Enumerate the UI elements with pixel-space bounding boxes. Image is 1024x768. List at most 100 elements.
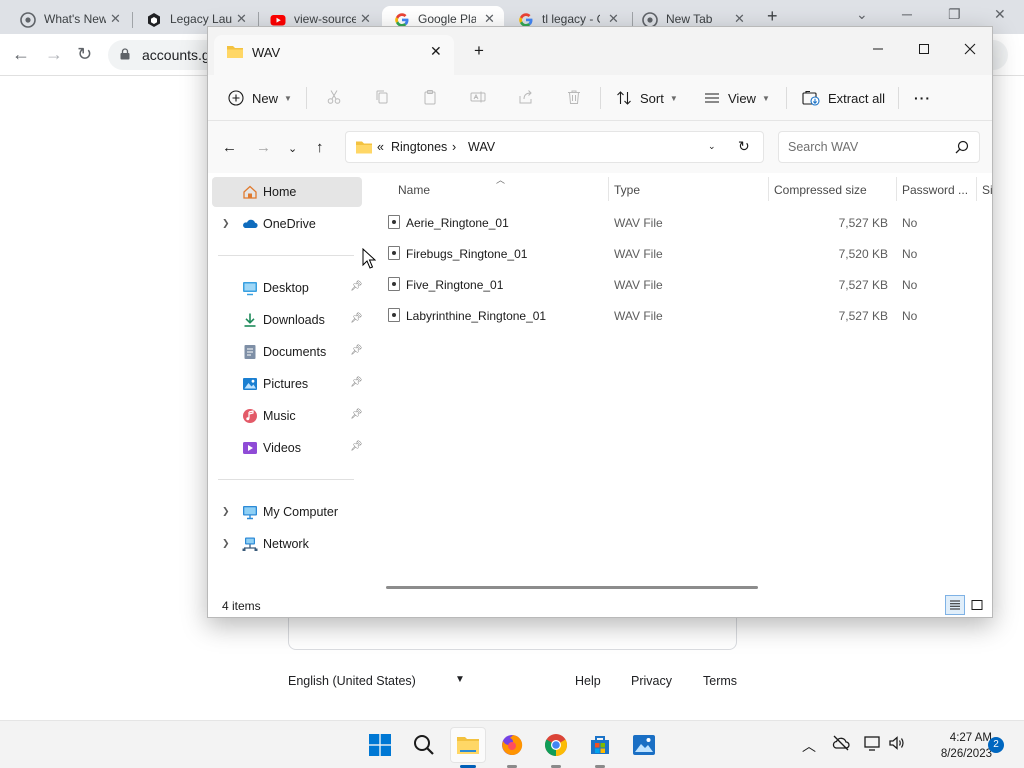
chevron-right-icon[interactable]: ❯ xyxy=(222,218,230,229)
restore-icon[interactable]: ❐ xyxy=(948,6,961,23)
firefox-taskbar-button[interactable] xyxy=(494,727,530,768)
scrollbar-thumb[interactable] xyxy=(386,586,758,589)
sidebar-item-documents[interactable]: Documents 📌︎ xyxy=(212,337,363,367)
breadcrumb-overflow[interactable]: « xyxy=(377,140,384,154)
back-icon[interactable]: ← xyxy=(12,44,30,65)
copy-button[interactable] xyxy=(370,85,394,109)
reload-icon[interactable]: ↻ xyxy=(77,44,92,65)
photos-taskbar-button[interactable] xyxy=(626,727,662,763)
help-link[interactable]: Help xyxy=(575,674,601,688)
forward-icon[interactable]: → xyxy=(45,44,63,65)
pin-icon[interactable]: 📌︎ xyxy=(350,409,363,420)
delete-button[interactable] xyxy=(562,85,586,109)
new-button[interactable]: New ▼ xyxy=(228,83,292,113)
pin-icon[interactable]: 📌︎ xyxy=(350,345,363,356)
breadcrumb-ringtones[interactable]: Ringtones xyxy=(391,140,447,154)
chrome-taskbar-button[interactable] xyxy=(538,727,574,768)
column-divider[interactable] xyxy=(768,177,769,201)
rename-button[interactable] xyxy=(466,85,490,109)
pin-icon[interactable]: 📌︎ xyxy=(350,313,363,324)
cloud-off-icon[interactable] xyxy=(832,735,850,751)
view-button[interactable]: View ▼ xyxy=(704,83,770,113)
close-icon[interactable]: ✕ xyxy=(994,6,1006,23)
url-text: accounts.g xyxy=(142,47,210,63)
search-input[interactable]: Search WAV xyxy=(778,131,980,163)
close-button[interactable] xyxy=(948,33,992,65)
chevron-right-icon[interactable]: ❯ xyxy=(222,506,230,517)
details-view-button[interactable] xyxy=(945,595,965,615)
recent-locations-icon[interactable]: ⌄ xyxy=(288,142,297,155)
minimize-button[interactable] xyxy=(856,33,900,65)
explorer-tab[interactable]: WAV ✕ xyxy=(214,35,454,75)
chevron-down-icon[interactable]: ⌄ xyxy=(708,141,716,152)
file-name: Aerie_Ringtone_01 xyxy=(406,216,509,230)
column-divider[interactable] xyxy=(896,177,897,201)
refresh-icon[interactable]: ↻ xyxy=(738,138,750,155)
browser-tab[interactable]: What's New ✕ xyxy=(0,6,130,34)
tiles-view-button[interactable] xyxy=(967,595,987,615)
search-button[interactable] xyxy=(406,727,442,763)
close-icon[interactable]: ✕ xyxy=(734,11,745,27)
close-icon[interactable]: ✕ xyxy=(360,11,371,27)
sidebar-item-my-computer[interactable]: ❯ My Computer xyxy=(212,497,362,527)
sidebar-item-videos[interactable]: Videos 📌︎ xyxy=(212,433,363,463)
cut-button[interactable] xyxy=(322,85,346,109)
sidebar-item-downloads[interactable]: Downloads 📌︎ xyxy=(212,305,363,335)
start-button[interactable] xyxy=(362,727,398,763)
forward-icon[interactable]: → xyxy=(256,139,271,156)
sidebar-item-pictures[interactable]: Pictures 📌︎ xyxy=(212,369,363,399)
close-icon[interactable]: ✕ xyxy=(430,43,442,60)
close-icon[interactable]: ✕ xyxy=(608,11,619,27)
up-icon[interactable]: ↑ xyxy=(316,139,324,156)
column-header-name[interactable]: Name xyxy=(398,183,598,197)
address-bar[interactable]: « Ringtones › WAV ⌄ ↻ xyxy=(345,131,764,163)
privacy-link[interactable]: Privacy xyxy=(631,674,672,688)
terms-link[interactable]: Terms xyxy=(703,674,737,688)
sidebar-item-music[interactable]: Music 📌︎ xyxy=(212,401,363,431)
network-icon[interactable] xyxy=(864,735,882,751)
table-row[interactable]: Five_Ringtone_01 WAV File 7,527 KB No xyxy=(368,269,992,299)
system-clock[interactable]: 4:27 AM 8/26/2023 xyxy=(912,730,992,762)
pin-icon[interactable]: 📌︎ xyxy=(350,441,363,452)
sort-button[interactable]: Sort ▼ xyxy=(616,83,678,113)
table-row[interactable]: Labyrinthine_Ringtone_01 WAV File 7,527 … xyxy=(368,300,992,330)
column-header-size[interactable]: Si xyxy=(982,183,992,197)
file-explorer-taskbar-button[interactable] xyxy=(450,727,486,768)
store-taskbar-button[interactable] xyxy=(582,727,618,768)
share-button[interactable] xyxy=(514,85,538,109)
chevron-up-icon[interactable]: ︿ xyxy=(802,736,816,756)
sidebar-item-onedrive[interactable]: ❯ OneDrive xyxy=(212,209,362,239)
table-row[interactable]: Aerie_Ringtone_01 WAV File 7,527 KB No xyxy=(368,207,992,237)
sidebar-item-home[interactable]: Home xyxy=(212,177,362,207)
pin-icon[interactable]: 📌︎ xyxy=(350,377,363,388)
pin-icon[interactable]: 📌︎ xyxy=(350,281,363,292)
chevron-right-icon[interactable]: ❯ xyxy=(222,538,230,549)
breadcrumb-separator[interactable]: › xyxy=(452,140,456,154)
new-tab-button[interactable]: + xyxy=(474,41,484,61)
column-divider[interactable] xyxy=(608,177,609,201)
extract-all-button[interactable]: Extract all xyxy=(802,83,885,113)
column-divider[interactable] xyxy=(976,177,977,201)
close-icon[interactable]: ✕ xyxy=(484,11,495,27)
volume-icon[interactable] xyxy=(888,735,906,751)
close-icon[interactable]: ✕ xyxy=(110,11,121,27)
breadcrumb-wav[interactable]: WAV xyxy=(468,140,495,154)
sidebar-item-desktop[interactable]: Desktop 📌︎ xyxy=(212,273,363,303)
maximize-button[interactable] xyxy=(902,33,946,65)
close-icon[interactable]: ✕ xyxy=(236,11,247,27)
sidebar-item-network[interactable]: ❯ Network xyxy=(212,529,362,559)
see-more-button[interactable]: ··· xyxy=(914,83,931,113)
new-tab-button[interactable]: + xyxy=(767,6,778,27)
caret-down-icon[interactable]: ▼ xyxy=(455,674,465,685)
column-header-type[interactable]: Type xyxy=(614,183,754,197)
notification-badge[interactable]: 2 xyxy=(988,737,1004,753)
language-select[interactable]: English (United States) xyxy=(288,674,416,688)
tab-search-icon[interactable]: ⌄ xyxy=(856,6,868,23)
column-header-compressed-size[interactable]: Compressed size xyxy=(774,183,894,197)
paste-button[interactable] xyxy=(418,85,442,109)
back-icon[interactable]: ← xyxy=(222,139,237,156)
minimize-icon[interactable]: ─ xyxy=(902,6,912,22)
table-row[interactable]: Firebugs_Ringtone_01 WAV File 7,520 KB N… xyxy=(368,238,992,268)
column-header-password[interactable]: Password ... xyxy=(902,183,974,197)
horizontal-scrollbar[interactable] xyxy=(368,581,992,593)
